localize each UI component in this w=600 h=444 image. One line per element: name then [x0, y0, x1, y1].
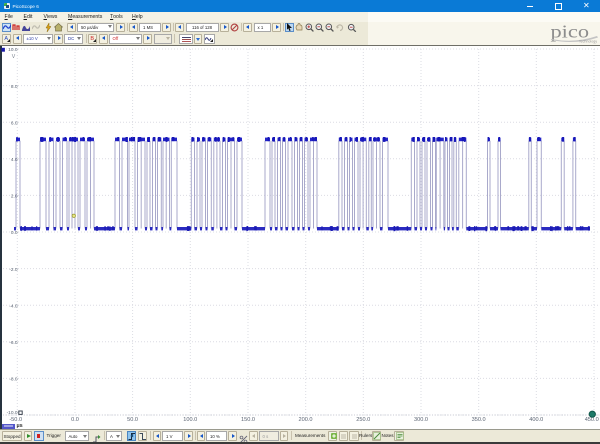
svg-text:-50.0: -50.0 [9, 417, 22, 423]
svg-text:350.0: 350.0 [472, 417, 486, 423]
svg-text:300.0: 300.0 [414, 417, 428, 423]
svg-text:450.0: 450.0 [585, 417, 599, 423]
svg-text:200.0: 200.0 [299, 417, 313, 423]
svg-text:8.0: 8.0 [11, 84, 18, 90]
svg-text:10.0: 10.0 [8, 47, 18, 53]
svg-text:-4.0: -4.0 [9, 303, 18, 309]
svg-text:2.0: 2.0 [11, 194, 18, 200]
svg-text:0.0: 0.0 [71, 417, 79, 423]
svg-text:-6.0: -6.0 [9, 340, 18, 346]
svg-text:100.0: 100.0 [183, 417, 197, 423]
svg-text:6.0: 6.0 [11, 120, 18, 126]
svg-text:-10.0: -10.0 [7, 410, 18, 416]
svg-text:0.0: 0.0 [11, 230, 18, 236]
svg-text:-2.0: -2.0 [9, 267, 18, 273]
svg-text:V: V [12, 54, 16, 60]
svg-text:4.0: 4.0 [11, 157, 18, 163]
svg-text:50.0: 50.0 [127, 417, 138, 423]
svg-text:400.0: 400.0 [529, 417, 543, 423]
svg-text:250.0: 250.0 [356, 417, 370, 423]
svg-text:-8.0: -8.0 [9, 377, 18, 383]
svg-text:150.0: 150.0 [241, 417, 255, 423]
